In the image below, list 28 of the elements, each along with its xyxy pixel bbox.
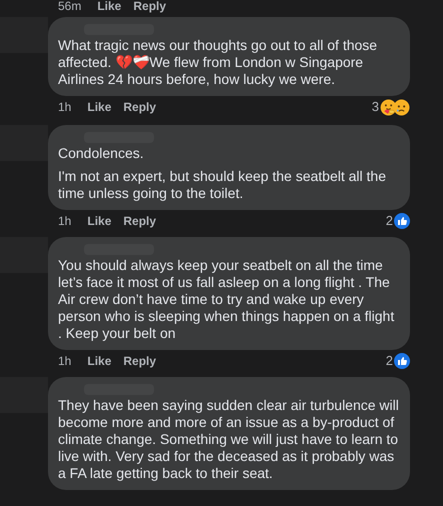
reply-link[interactable]: Reply [133, 0, 166, 15]
like-link[interactable]: Like [87, 98, 112, 116]
redacted-avatar [0, 17, 48, 53]
reaction-count: 3 [372, 98, 379, 116]
reply-link[interactable]: Reply [123, 212, 156, 230]
redacted-avatar [0, 237, 48, 273]
comment-time: 1h [58, 213, 72, 230]
hug-emoji-icon [380, 98, 397, 116]
like-reaction-icon [394, 213, 410, 229]
comment-time: 1h [58, 99, 72, 116]
redacted-avatar [0, 377, 48, 413]
comment-text: You should always keep your seatbelt on all the time let’s face it most of us fall asleep on a long flight . The Air crew don’t have time to try and wake up every person who is sleeping when things happen on a flight . Keep your belt on [58, 257, 396, 342]
reply-link[interactable]: Reply [123, 352, 156, 370]
like-link[interactable]: Like [87, 352, 112, 370]
comment-text: I'm not an expert, but should keep the seatbelt all the time unless going to the toilet. [58, 168, 387, 202]
reaction-count: 2 [386, 352, 393, 370]
sad-emoji-icon [393, 98, 410, 116]
reply-link[interactable]: Reply [123, 98, 156, 116]
like-link[interactable]: Like [87, 212, 112, 230]
like-reaction-icon [394, 353, 410, 369]
comment-text: Condolences. [58, 145, 145, 162]
comment-time: 1h [58, 353, 72, 370]
reaction-count: 2 [386, 212, 393, 230]
comment-time: 56m [58, 0, 82, 15]
comment-text: They have been saying sudden clear air turbulence will become more and more of an issue as a by-product of climate change. Something we will just have to learn to live with. Very sad for the deceased as it probably was a FA late getting back to their seat. [58, 397, 400, 482]
redacted-avatar [0, 125, 48, 161]
like-link[interactable]: Like [97, 0, 122, 15]
comment-text: What tragic news our thoughts go out to all of those affected. 💔❤‍🩹We flew from London w Singapore Airlines 24 hours before, how lucky we were. [58, 37, 378, 88]
